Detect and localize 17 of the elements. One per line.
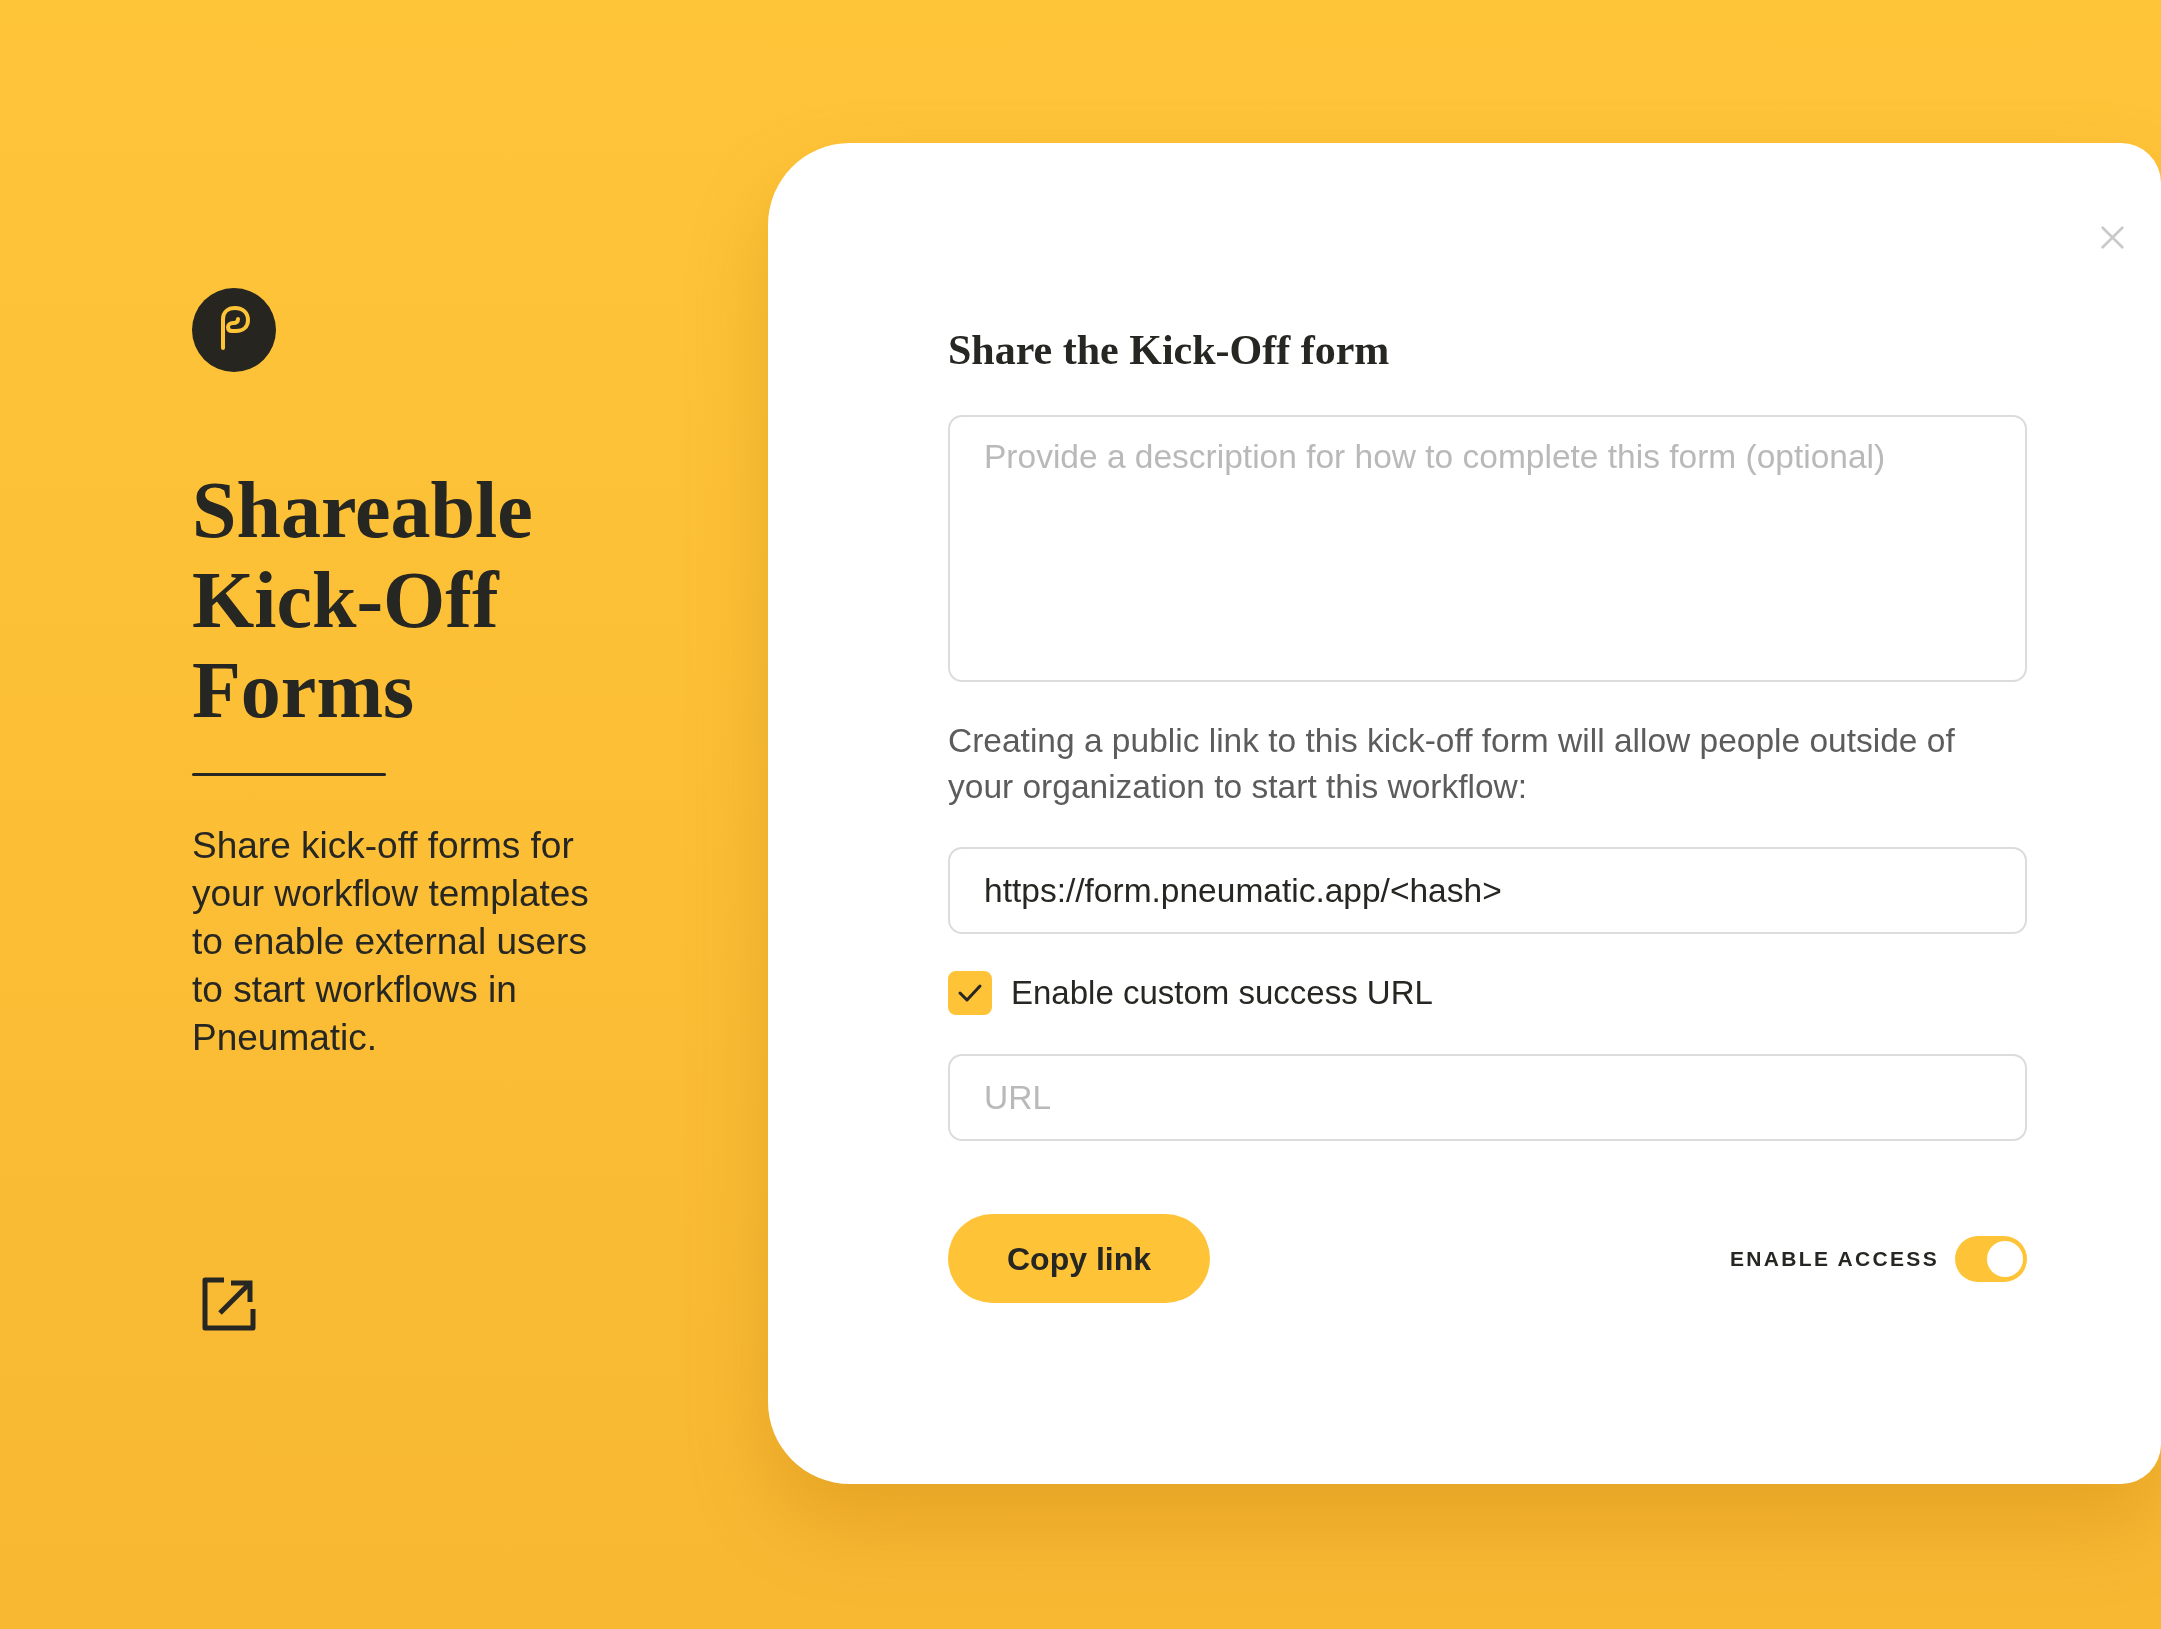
logo-icon: [192, 288, 276, 372]
page-heading: Shareable Kick-Off Forms: [192, 465, 534, 735]
url-field[interactable]: URL: [948, 1054, 2027, 1141]
toggle-label: ENABLE ACCESS: [1730, 1245, 1939, 1272]
checkbox-label[interactable]: Enable custom success URL: [1011, 971, 1433, 1015]
external-link-icon: [200, 1275, 258, 1333]
description-field[interactable]: Provide a description for how to complete this form (optional): [948, 415, 2027, 682]
close-button[interactable]: [2100, 225, 2125, 250]
copy-link-button[interactable]: Copy link: [948, 1214, 1210, 1303]
dialog-title: Share the Kick-Off form: [948, 327, 1391, 373]
close-icon: [2100, 225, 2125, 250]
check-icon: [957, 983, 983, 1003]
checkbox[interactable]: [948, 971, 992, 1015]
intro-paragraph: Share kick-off forms for your workflow templates to enable external users to start workflows in Pneumatic.: [192, 824, 590, 1060]
notice-text: Creating a public link to this kick-off form will allow people outside of your organization to start this workflow:: [948, 721, 1956, 807]
toggle-switch[interactable]: [1955, 1235, 2027, 1282]
link-field[interactable]: https://form.pneumatic.app/<hash>: [948, 847, 2027, 934]
